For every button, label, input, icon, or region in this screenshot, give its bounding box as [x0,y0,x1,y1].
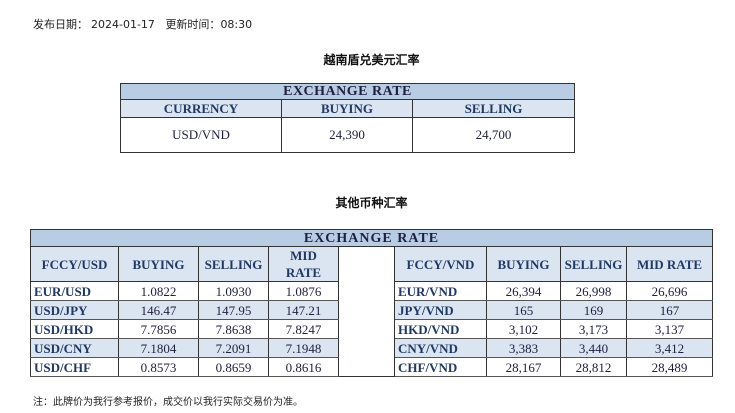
publish-info: 发布日期： 2024-01-17 更新时间：08:30 [33,16,255,32]
buying-cell: 3,102 [486,319,561,339]
pair-cell: CHF/VND [394,357,487,377]
table-row: USD/HKD 7.7856 7.8638 7.8247 HKD/VND 3,1… [30,319,713,339]
buying-cell: 146.47 [118,300,199,320]
buying-cell: 24,390 [281,117,413,153]
buying-cell: 1.0822 [118,281,199,301]
table-row: USD/CNY 7.1804 7.2091 7.1948 CNY/VND 3,3… [30,338,713,358]
col-mid-rate: MID RATE [268,246,339,282]
buying-cell: 3,383 [486,338,561,358]
pair-cell: JPY/VND [394,300,487,320]
table-row: EUR/USD 1.0822 1.0930 1.0876 EUR/VND 26,… [30,281,713,301]
selling-cell: 147.95 [198,300,269,320]
col-currency: CURRENCY [120,99,282,118]
selling-cell: 1.0930 [198,281,269,301]
mid-rate-cell: 3,412 [626,338,713,358]
table-row: USD/VND 24,390 24,700 [120,117,575,153]
buying-cell: 28,167 [486,357,561,377]
buying-cell: 7.1804 [118,338,199,358]
pair-cell: EUR/USD [30,281,119,301]
col-fccy-vnd: FCCY/VND [394,246,487,282]
col-fccy-usd: FCCY/USD [30,246,119,282]
selling-cell: 7.8638 [198,319,269,339]
mid-rate-cell: 26,696 [626,281,713,301]
spacer-cell [338,300,395,320]
pair-cell: USD/JPY [30,300,119,320]
other-rates-title: 其他币种汇率 [335,196,408,210]
pair-cell: USD/HKD [30,319,119,339]
selling-cell: 28,812 [560,357,627,377]
disclaimer-note: 注：此牌价为我行参考报价，成交价以我行实际交易价为准。 [33,397,303,408]
spacer-cell [338,338,395,358]
usd-vnd-table: EXCHANGE RATE CURRENCY BUYING SELLING US… [120,83,575,153]
selling-cell: 26,998 [560,281,627,301]
col-selling: SELLING [198,246,269,282]
update-time: 08:30 [220,18,253,31]
col-buying: BUYING [486,246,561,282]
pair-cell: CNY/VND [394,338,487,358]
mid-rate-cell: 7.1948 [268,338,339,358]
mid-rate-cell: 28,489 [626,357,713,377]
buying-cell: 165 [486,300,561,320]
buying-cell: 7.7856 [118,319,199,339]
col-mid-rate: MID RATE [626,246,713,282]
mid-rate-cell: 1.0876 [268,281,339,301]
mid-rate-cell: 3,137 [626,319,713,339]
spacer-cell [338,246,395,282]
selling-cell: 3,173 [560,319,627,339]
pair-cell: USD/CHF [30,357,119,377]
publish-date-label: 发布日期： [33,18,88,31]
table-row: USD/JPY 146.47 147.95 147.21 JPY/VND 165… [30,300,713,320]
publish-date: 2024-01-17 [91,18,155,31]
buying-cell: 26,394 [486,281,561,301]
col-selling: SELLING [412,99,575,118]
selling-cell: 7.2091 [198,338,269,358]
usd-vnd-title: 越南盾兑美元汇率 [323,53,420,67]
spacer-cell [338,357,395,377]
mid-rate-cell: 7.8247 [268,319,339,339]
currency-cell: USD/VND [120,117,282,153]
selling-cell: 0.8659 [198,357,269,377]
mid-rate-cell: 147.21 [268,300,339,320]
col-selling: SELLING [560,246,627,282]
selling-cell: 24,700 [475,127,512,142]
mid-rate-cell: 167 [626,300,713,320]
pair-cell: USD/CNY [30,338,119,358]
spacer-cell [338,281,395,301]
update-time-label: 更新时间： [165,18,221,31]
other-rates-table-header: EXCHANGE RATE [30,229,713,247]
selling-cell: 169 [560,300,627,320]
selling-cell: 3,440 [560,338,627,358]
spacer-cell [338,319,395,339]
col-buying: BUYING [118,246,199,282]
pair-cell: EUR/VND [394,281,487,301]
table-row: USD/CHF 0.8573 0.8659 0.8616 CHF/VND 28,… [30,357,713,377]
col-buying: BUYING [281,99,413,118]
usd-vnd-table-header: EXCHANGE RATE [120,83,575,100]
mid-rate-cell: 0.8616 [268,357,339,377]
buying-cell: 0.8573 [118,357,199,377]
other-rates-table: EXCHANGE RATE FCCY/USD BUYING SELLING MI… [30,229,713,377]
pair-cell: HKD/VND [394,319,487,339]
